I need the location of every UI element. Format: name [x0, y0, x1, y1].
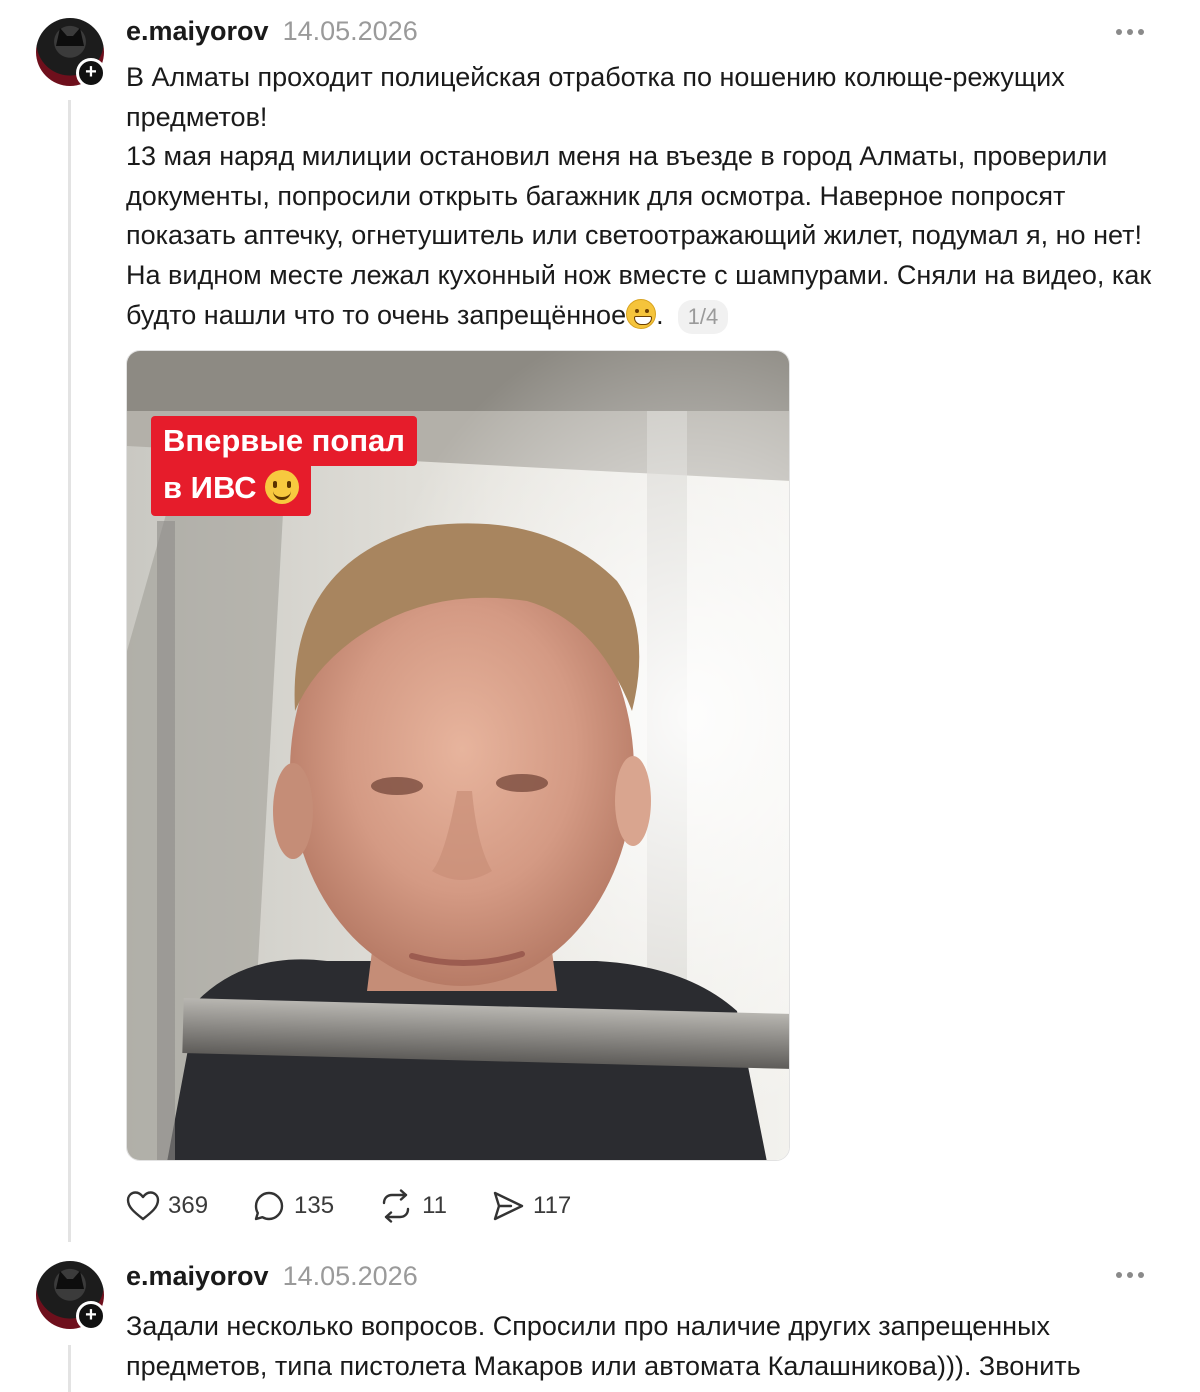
- repost-count: 11: [422, 1192, 448, 1219]
- comment-count: 135: [294, 1192, 335, 1219]
- comment-bubble-icon: [254, 1191, 284, 1221]
- plus-badge-icon[interactable]: +: [76, 58, 106, 88]
- post-paragraph: 13 мая наряд милиции остановил меня на в…: [126, 137, 1156, 335]
- post-text: В Алматы проходит полицейская отработка …: [126, 58, 1156, 335]
- share-count: 117: [533, 1192, 572, 1219]
- post-date[interactable]: 14.05.2026: [283, 1261, 418, 1292]
- like-button[interactable]: 369: [126, 1190, 208, 1222]
- post: + e.maiyorov 14.05.2026 В Алматы проходи…: [0, 0, 1200, 1245]
- caption-line-2-text: в ИВС: [163, 470, 257, 505]
- username[interactable]: e.maiyorov: [126, 1261, 269, 1292]
- post-paragraph: В Алматы проходит полицейская отработка …: [126, 62, 1065, 132]
- caption-line-2: в ИВС: [151, 466, 312, 516]
- comment-button[interactable]: 135: [252, 1189, 334, 1223]
- post: + e.maiyorov 14.05.2026 Задали несколько…: [0, 1245, 1200, 1392]
- post-header: e.maiyorov 14.05.2026: [126, 16, 418, 50]
- heart-icon: [126, 1191, 160, 1221]
- post-paragraph: Задали несколько вопросов. Спросили про …: [126, 1311, 1081, 1381]
- repost-icon: [382, 1189, 410, 1223]
- photo-caption: Впервые попал в ИВС: [151, 416, 417, 516]
- post-date[interactable]: 14.05.2026: [283, 16, 418, 47]
- post-photo[interactable]: Впервые попал в ИВС: [126, 350, 790, 1161]
- thread-line: [68, 100, 71, 1242]
- send-icon: [493, 1191, 524, 1221]
- grinning-emoji-icon: [626, 298, 657, 329]
- cat-avatar-icon: [56, 28, 84, 46]
- smile-emoji-icon: [265, 470, 300, 504]
- like-count: 369: [168, 1192, 209, 1219]
- threads-feed: + e.maiyorov 14.05.2026 В Алматы проходи…: [0, 0, 1200, 1392]
- media-counter: 1/4: [677, 299, 729, 334]
- thread-line: [68, 1345, 71, 1392]
- post-paragraph-end: .: [656, 299, 664, 330]
- plus-badge-icon[interactable]: +: [76, 1301, 106, 1331]
- post-text: Задали несколько вопросов. Спросили про …: [126, 1307, 1156, 1386]
- repost-button[interactable]: 11: [378, 1189, 447, 1223]
- cat-avatar-icon: [56, 1271, 84, 1289]
- share-button[interactable]: 117: [491, 1189, 571, 1223]
- more-dots-icon[interactable]: [1110, 1265, 1150, 1285]
- caption-line-1: Впервые попал: [151, 416, 417, 466]
- post-actions: 369 135 11 117: [126, 1186, 615, 1226]
- more-dots-icon[interactable]: [1110, 22, 1150, 42]
- username[interactable]: e.maiyorov: [126, 16, 269, 47]
- post-header: e.maiyorov 14.05.2026: [126, 1261, 418, 1295]
